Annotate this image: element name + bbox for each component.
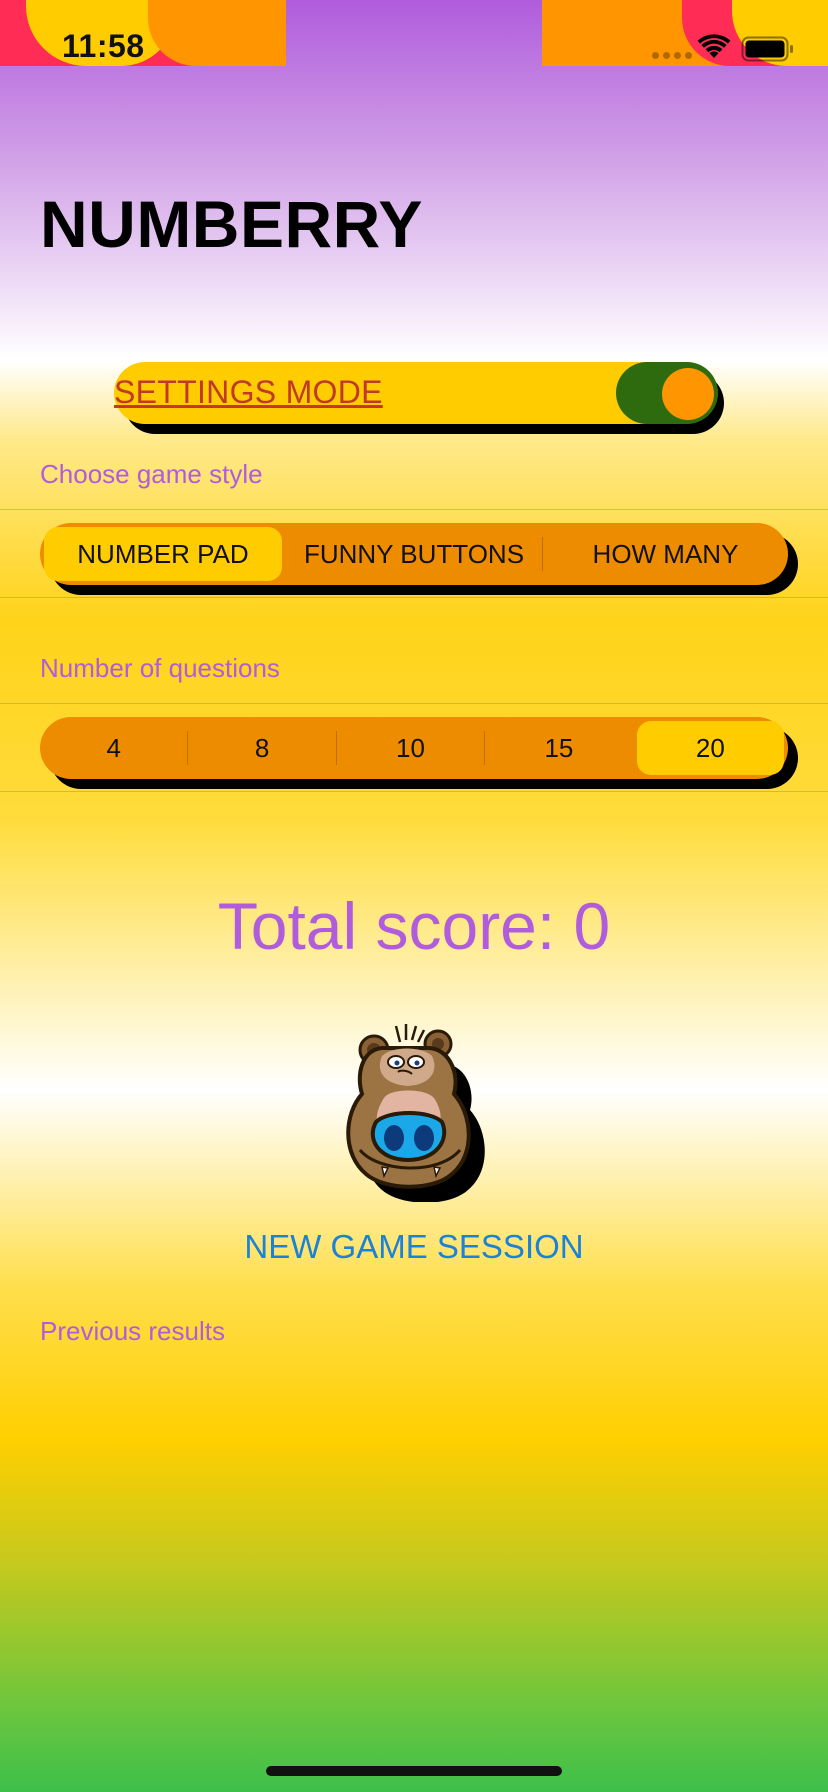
settings-mode-label[interactable]: SETTINGS MODE bbox=[114, 374, 383, 411]
status-bar: 11:58 bbox=[0, 0, 828, 66]
wifi-icon bbox=[697, 34, 731, 58]
segment-how-many[interactable]: HOW MANY bbox=[543, 523, 788, 585]
previous-results-label: Previous results bbox=[40, 1316, 225, 1346]
segment-questions-10[interactable]: 10 bbox=[337, 717, 484, 779]
total-score: Total score: 0 bbox=[217, 889, 611, 963]
divider bbox=[0, 509, 828, 510]
new-game-session-button[interactable]: NEW GAME SESSION bbox=[0, 1228, 828, 1266]
home-indicator[interactable] bbox=[266, 1766, 562, 1776]
bear-mascot-icon bbox=[346, 1024, 485, 1202]
battery-icon bbox=[741, 36, 793, 62]
segment-funny-buttons[interactable]: FUNNY BUTTONS bbox=[286, 523, 542, 585]
questions-label: Number of questions bbox=[40, 653, 280, 683]
segment-questions-15[interactable]: 15 bbox=[485, 717, 632, 779]
questions-segmented-control: 4 8 10 15 20 bbox=[40, 717, 788, 779]
segment-questions-20[interactable]: 20 bbox=[636, 721, 785, 775]
segment-number-pad[interactable]: NUMBER PAD bbox=[44, 527, 282, 581]
segment-questions-4[interactable]: 4 bbox=[40, 717, 187, 779]
app-title: NUMBERRY bbox=[40, 187, 423, 261]
settings-mode-bar: SETTINGS MODE bbox=[114, 362, 718, 424]
status-time: 11:58 bbox=[62, 28, 145, 64]
game-style-segmented-control: NUMBER PAD FUNNY BUTTONS HOW MANY bbox=[40, 523, 788, 585]
segment-questions-8[interactable]: 8 bbox=[188, 717, 335, 779]
game-style-label: Choose game style bbox=[40, 459, 263, 489]
divider bbox=[0, 703, 828, 704]
cellular-signal-icon bbox=[652, 52, 692, 59]
divider bbox=[0, 597, 828, 598]
divider bbox=[0, 791, 828, 792]
toggle-knob bbox=[662, 368, 714, 420]
settings-mode-toggle[interactable] bbox=[616, 362, 718, 424]
